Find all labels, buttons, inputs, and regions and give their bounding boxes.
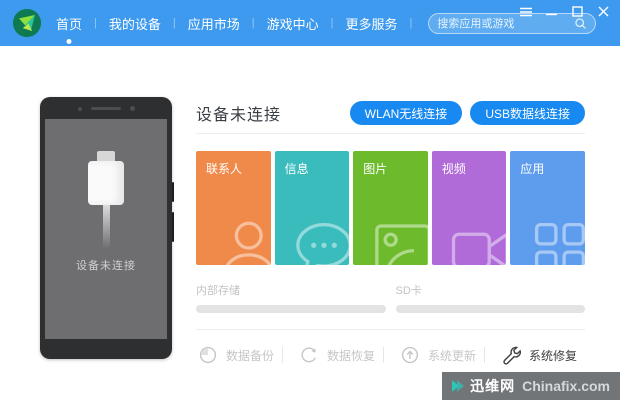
action-label: 数据恢复 — [327, 348, 376, 363]
header-divider — [196, 133, 585, 134]
topbar: 首页 | 我的设备 | 应用市场 | 游戏中心 | 更多服务 | 搜索应用或游戏 — [0, 0, 620, 46]
close-icon[interactable] — [597, 5, 610, 18]
tile-label: 信息 — [284, 162, 309, 176]
search-icon — [575, 17, 587, 29]
tile-videos[interactable]: 视频 — [431, 151, 507, 265]
nav-label: 更多服务 — [345, 16, 398, 32]
tile-apps[interactable]: 应用 — [510, 151, 585, 265]
action-separator — [282, 347, 283, 363]
action-label: 系统修复 — [529, 348, 578, 363]
message-icon — [291, 215, 350, 265]
nav-label: 我的设备 — [108, 16, 161, 32]
device-panel: 设备未连接 WLAN无线连接 USB数据线连接 联系人 信息 图片 视频 应用 … — [196, 98, 585, 368]
phone-preview: 设备未连接 — [40, 97, 174, 359]
nav-separator: | — [172, 17, 176, 29]
backup-icon — [199, 346, 217, 364]
menu-icon[interactable] — [519, 5, 532, 18]
picture-icon — [370, 215, 428, 265]
tile-label: 联系人 — [206, 162, 243, 176]
phone-speaker — [91, 107, 121, 110]
active-indicator-dot — [66, 38, 72, 44]
phone-camera-dot — [130, 106, 135, 111]
minimize-icon[interactable] — [545, 5, 558, 18]
nav-item-app-market[interactable]: 应用市场 — [184, 14, 244, 33]
watermark: 迅维网 Chinafix.com — [442, 372, 620, 400]
phone-power-button — [172, 212, 174, 242]
action-bar: 数据备份 数据恢复 系统更新 系统修复 — [196, 342, 585, 368]
watermark-site-cn: 迅维网 — [470, 378, 516, 394]
sd-card-storage-bar — [395, 305, 585, 313]
connect-buttons: WLAN无线连接 USB数据线连接 — [349, 101, 585, 125]
wlan-connect-button[interactable]: WLAN无线连接 — [349, 101, 463, 125]
restore-icon — [301, 347, 316, 363]
storage-section: 内部存储 SD卡 — [196, 282, 585, 313]
internal-storage: 内部存储 — [196, 282, 386, 313]
data-restore-button[interactable]: 数据恢复 — [297, 345, 383, 365]
internal-storage-bar — [196, 305, 386, 313]
nav-label: 应用市场 — [187, 16, 240, 32]
nav-item-my-device[interactable]: 我的设备 — [105, 14, 165, 33]
phone-status-text: 设备未连接 — [76, 260, 136, 272]
update-icon — [401, 346, 419, 364]
tile-messages[interactable]: 信息 — [274, 151, 350, 265]
tile-label: 图片 — [363, 162, 388, 176]
nav-item-home[interactable]: 首页 — [52, 14, 86, 44]
main-nav: 首页 | 我的设备 | 应用市场 | 游戏中心 | 更多服务 | — [52, 0, 420, 46]
apps-icon — [527, 215, 585, 265]
tile-contacts[interactable]: 联系人 — [196, 151, 271, 265]
tile-label: 视频 — [441, 162, 466, 176]
page-title: 设备未连接 — [196, 107, 282, 124]
nav-separator: | — [409, 17, 413, 29]
nav-separator: | — [94, 17, 97, 29]
sd-card-storage: SD卡 — [395, 282, 585, 313]
window-controls — [519, 5, 610, 18]
nav-label: 游戏中心 — [266, 16, 319, 32]
contact-icon — [213, 215, 271, 265]
nav-separator: | — [330, 17, 334, 29]
system-repair-button[interactable]: 系统修复 — [499, 345, 585, 365]
maximize-icon[interactable] — [571, 5, 584, 18]
chevron-icon — [452, 380, 465, 392]
action-label: 系统更新 — [428, 348, 477, 363]
category-tiles: 联系人 信息 图片 视频 应用 — [196, 151, 585, 265]
usb-plug-icon — [88, 151, 124, 249]
action-separator — [484, 347, 485, 363]
tile-pictures[interactable]: 图片 — [353, 151, 428, 265]
phone-sensor-dot — [78, 107, 82, 111]
storage-label: SD卡 — [395, 285, 422, 297]
data-backup-button[interactable]: 数据备份 — [196, 345, 282, 365]
storage-label: 内部存储 — [196, 285, 240, 297]
video-icon — [448, 215, 507, 265]
system-update-button[interactable]: 系统更新 — [398, 345, 484, 365]
app-logo-icon — [12, 8, 42, 38]
section-divider — [196, 329, 585, 330]
tile-label: 应用 — [520, 162, 545, 176]
phone-volume-button — [172, 182, 174, 202]
watermark-site-en: Chinafix.com — [522, 378, 610, 394]
nav-item-game-center[interactable]: 游戏中心 — [263, 14, 323, 33]
nav-label: 首页 — [56, 16, 83, 32]
repair-icon — [503, 346, 521, 365]
nav-separator: | — [251, 17, 255, 29]
nav-item-more-services[interactable]: 更多服务 — [342, 14, 402, 33]
action-separator — [383, 347, 384, 363]
action-label: 数据备份 — [226, 348, 275, 363]
phone-screen: 设备未连接 — [45, 119, 167, 339]
panel-header: 设备未连接 WLAN无线连接 USB数据线连接 — [196, 98, 585, 128]
usb-connect-button[interactable]: USB数据线连接 — [470, 101, 585, 125]
